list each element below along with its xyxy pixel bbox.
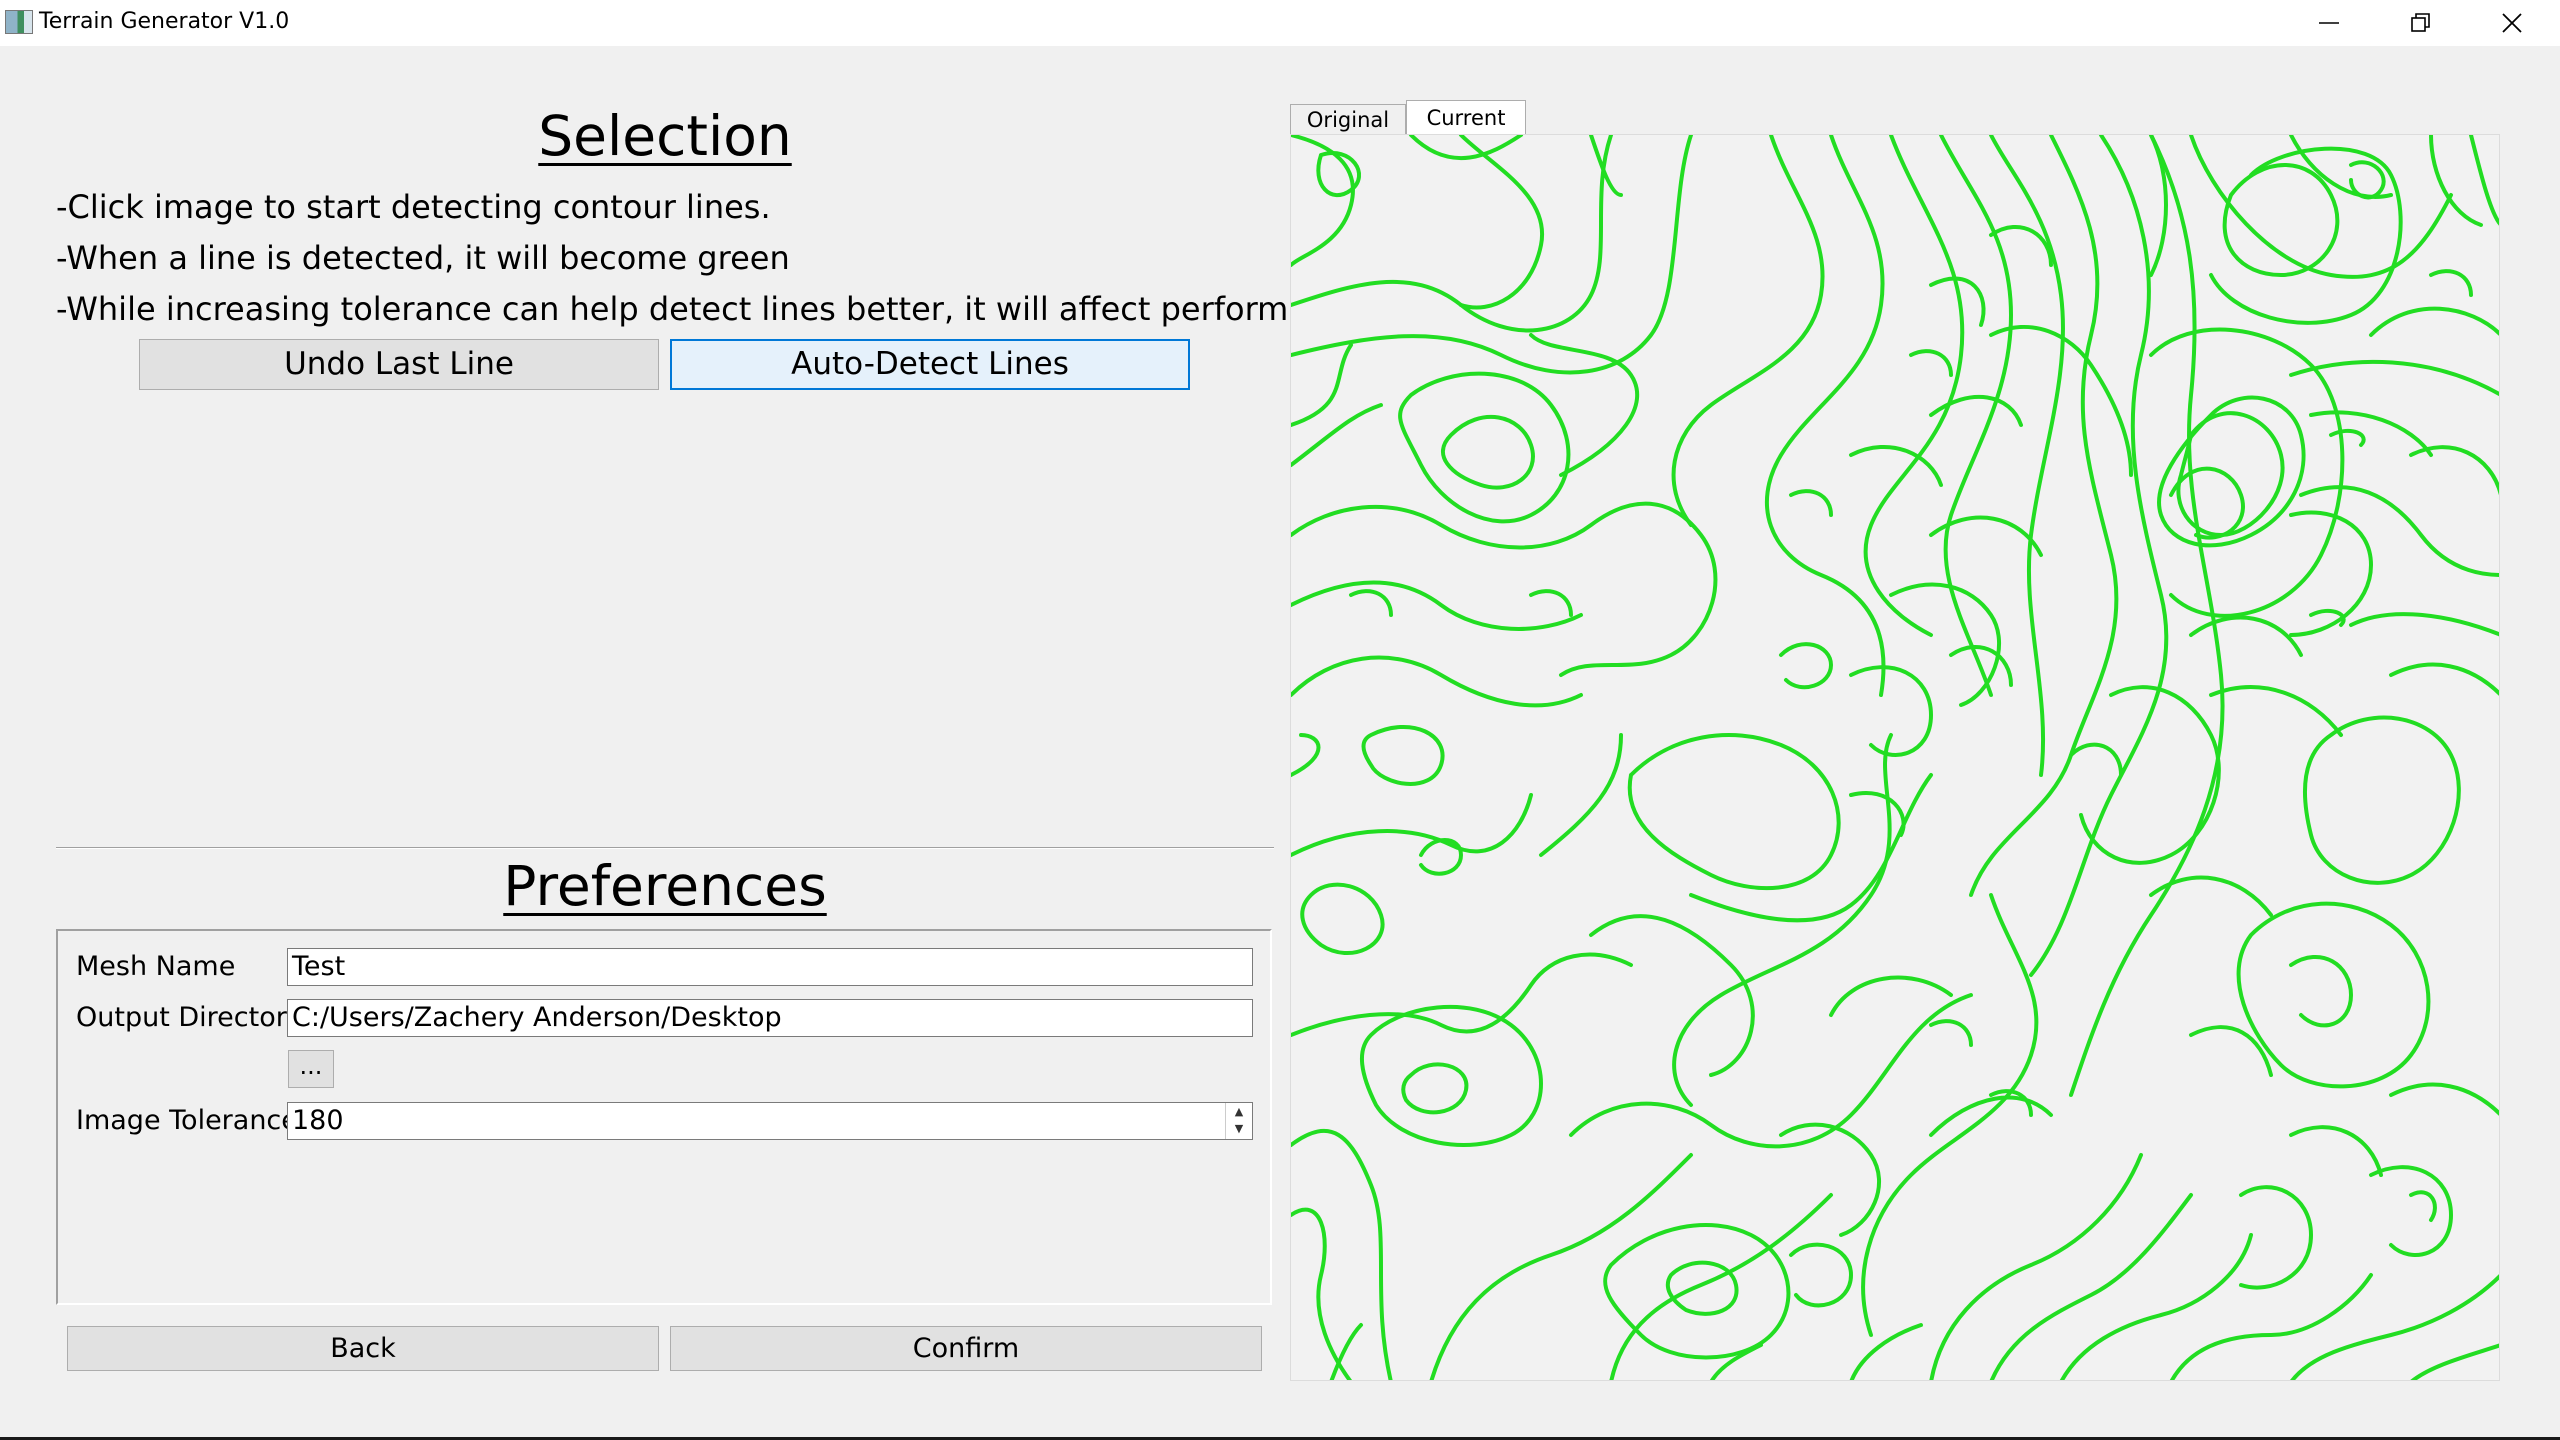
mesh-name-input[interactable]: Test [287,948,1253,986]
auto-detect-lines-button[interactable]: Auto-Detect Lines [670,339,1190,390]
close-icon [2502,13,2522,33]
tab-original[interactable]: Original [1290,104,1406,136]
undo-last-line-button[interactable]: Undo Last Line [139,339,659,390]
preferences-heading: Preferences [503,854,827,918]
contour-image[interactable] [1290,134,2500,1381]
image-tolerance-label: Image Tolerance [76,1105,298,1136]
back-button[interactable]: Back [67,1326,659,1371]
mesh-name-label: Mesh Name [76,951,236,982]
minimize-icon [2319,22,2339,24]
instruction-line: -When a line is detected, it will become… [56,239,790,277]
instruction-line: -While increasing tolerance can help det… [56,290,1376,328]
spin-up-icon[interactable]: ▲ [1226,1103,1252,1120]
contour-lines-canvas[interactable] [1291,135,2500,1381]
image-tolerance-spinbox[interactable]: 180 ▲ ▼ [287,1102,1253,1140]
output-directory-input[interactable]: C:/Users/Zachery Anderson/Desktop [287,999,1253,1037]
restore-icon [2411,13,2430,32]
spin-down-icon[interactable]: ▼ [1226,1120,1252,1137]
app-icon [5,10,33,34]
browse-button[interactable]: ... [288,1050,334,1088]
window-title: Terrain Generator V1.0 [39,9,290,34]
tab-current[interactable]: Current [1406,100,1526,138]
restore-button[interactable] [2375,0,2467,46]
image-tolerance-value: 180 [292,1105,344,1136]
section-divider [56,847,1274,849]
close-button[interactable] [2466,0,2558,46]
title-bar: Terrain Generator V1.0 [0,0,2560,46]
selection-heading: Selection [538,104,792,168]
output-directory-label: Output Directory [76,1002,303,1033]
minimize-button[interactable] [2283,0,2375,46]
instruction-line: -Click image to start detecting contour … [56,188,771,226]
spinbox-arrows[interactable]: ▲ ▼ [1225,1103,1252,1139]
confirm-button[interactable]: Confirm [670,1326,1262,1371]
